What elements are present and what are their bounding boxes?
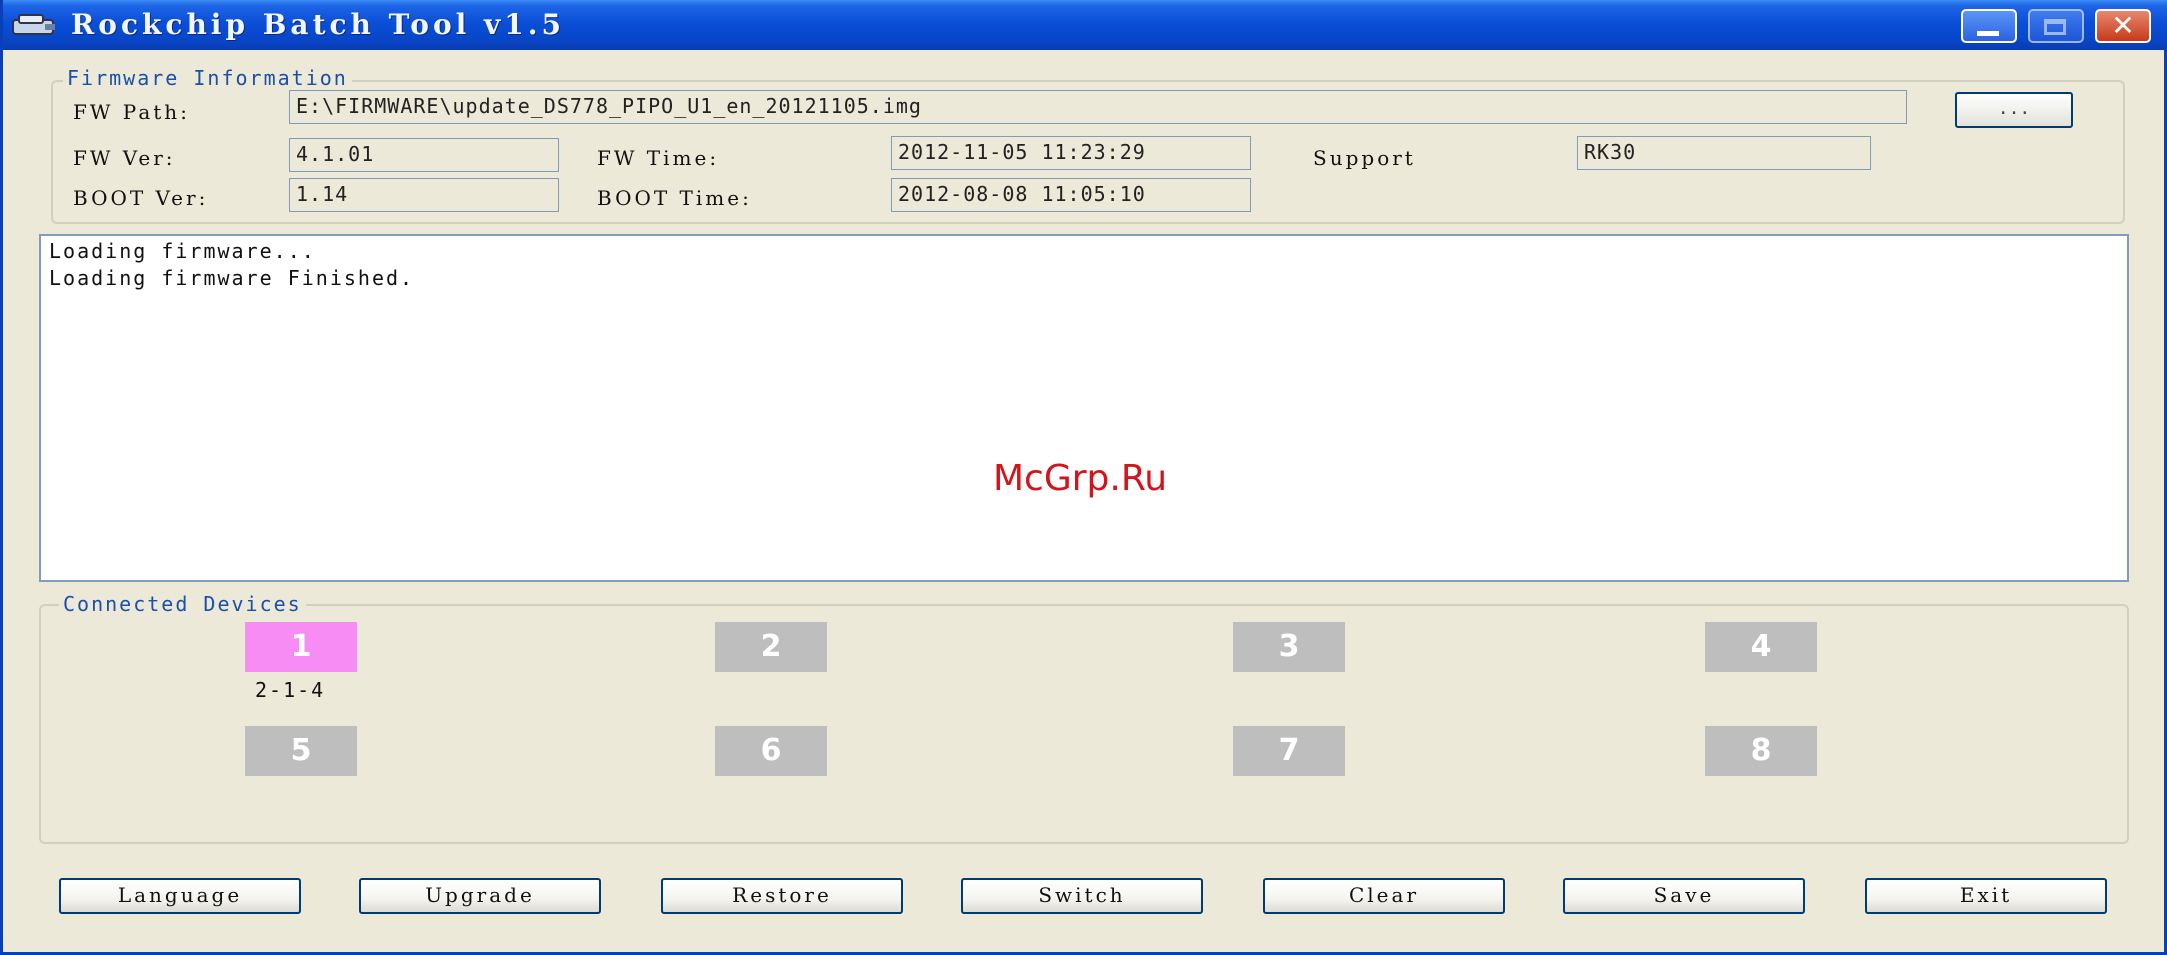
title-bar[interactable]: Rockchip Batch Tool v1.5 ✕ bbox=[3, 0, 2167, 50]
boot-ver-label: BOOT Ver: bbox=[73, 186, 209, 210]
fw-time-label: FW Time: bbox=[597, 146, 720, 170]
support-field: RK30 bbox=[1577, 136, 1871, 170]
device-slot-6[interactable]: 6 bbox=[715, 726, 827, 776]
device-1-port-label: 2-1-4 bbox=[255, 678, 326, 702]
clear-button[interactable]: Clear bbox=[1263, 878, 1505, 914]
browse-button[interactable]: ... bbox=[1955, 92, 2073, 128]
fw-path-field[interactable]: E:\FIRMWARE\update_DS778_PIPO_U1_en_2012… bbox=[289, 90, 1907, 124]
watermark: McGrp.Ru bbox=[993, 458, 1168, 499]
log-textarea[interactable]: Loading firmware... Loading firmware Fin… bbox=[39, 234, 2129, 582]
main-window: Rockchip Batch Tool v1.5 ✕ Firmware Info… bbox=[0, 0, 2167, 955]
device-slot-8[interactable]: 8 bbox=[1705, 726, 1817, 776]
log-line: Loading firmware Finished. bbox=[49, 266, 415, 290]
boot-time-label: BOOT Time: bbox=[597, 186, 752, 210]
maximize-button[interactable] bbox=[2028, 9, 2084, 43]
close-button[interactable]: ✕ bbox=[2095, 9, 2151, 43]
support-label: Support bbox=[1313, 146, 1416, 170]
fw-ver-field: 4.1.01 bbox=[289, 138, 559, 172]
maximize-icon bbox=[2044, 19, 2066, 35]
device-slot-2[interactable]: 2 bbox=[715, 622, 827, 672]
exit-button[interactable]: Exit bbox=[1865, 878, 2107, 914]
fw-ver-label: FW Ver: bbox=[73, 146, 176, 170]
save-button[interactable]: Save bbox=[1563, 878, 1805, 914]
device-slot-7[interactable]: 7 bbox=[1233, 726, 1345, 776]
log-line: Loading firmware... bbox=[49, 239, 316, 263]
minimize-button[interactable] bbox=[1961, 9, 2017, 43]
boot-ver-field: 1.14 bbox=[289, 178, 559, 212]
window-title: Rockchip Batch Tool v1.5 bbox=[71, 8, 566, 41]
upgrade-button[interactable]: Upgrade bbox=[359, 878, 601, 914]
device-slot-1[interactable]: 1 bbox=[245, 622, 357, 672]
restore-button[interactable]: Restore bbox=[661, 878, 903, 914]
device-slot-4[interactable]: 4 bbox=[1705, 622, 1817, 672]
boot-time-field: 2012-08-08 11:05:10 bbox=[891, 178, 1251, 212]
app-icon bbox=[12, 14, 55, 35]
fw-time-field: 2012-11-05 11:23:29 bbox=[891, 136, 1251, 170]
close-icon: ✕ bbox=[2111, 9, 2135, 42]
minimize-icon bbox=[1977, 31, 1999, 36]
device-slot-3[interactable]: 3 bbox=[1233, 622, 1345, 672]
fw-path-label: FW Path: bbox=[73, 100, 190, 124]
connected-devices-legend: Connected Devices bbox=[59, 592, 306, 616]
switch-button[interactable]: Switch bbox=[961, 878, 1203, 914]
firmware-info-legend: Firmware Information bbox=[63, 66, 352, 90]
device-slot-5[interactable]: 5 bbox=[245, 726, 357, 776]
language-button[interactable]: Language bbox=[59, 878, 301, 914]
